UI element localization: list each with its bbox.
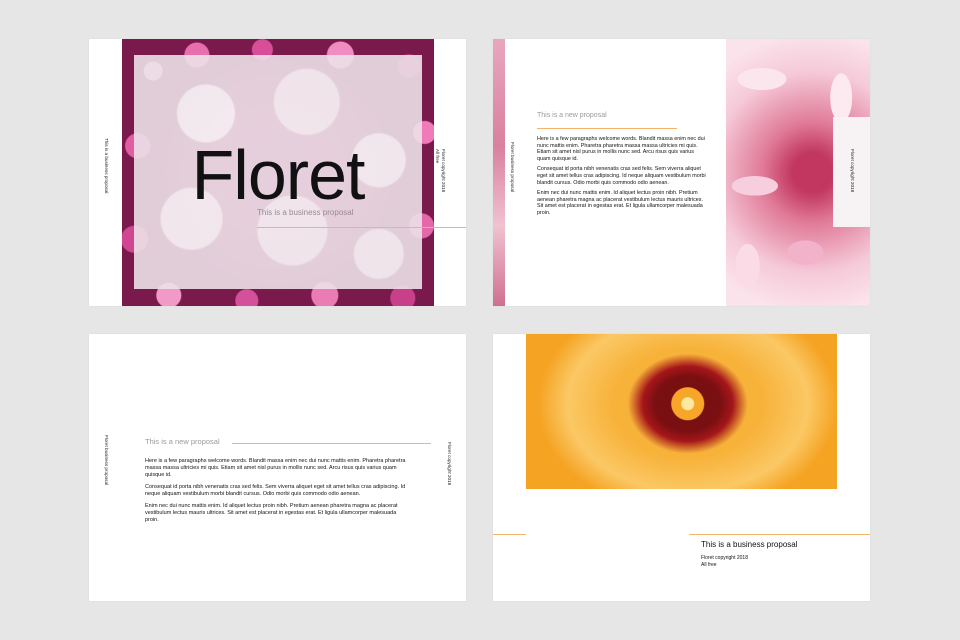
- cover-right-vertical-line1: Floret copyright 2018: [441, 149, 446, 193]
- slide4-copyright: Floret copyright 2018 All free: [701, 555, 748, 568]
- slide2-right-vertical-text: Floret copyright 2018: [850, 149, 855, 193]
- slide3-right-vertical-text: Floret copyright 2018: [447, 442, 452, 486]
- left-photo-strip: [493, 39, 505, 306]
- slide2-paragraph: Enim nec dui nunc mattis enim. Id alique…: [537, 190, 703, 216]
- slide2-paragraph: Here is a few paragraphs welcome words. …: [537, 136, 705, 162]
- slide3-heading: This is a new proposal: [145, 437, 220, 446]
- slide4-copyright-line1: Floret copyright 2018: [701, 555, 748, 561]
- cover-right-vertical-line2: All free: [435, 149, 440, 164]
- slide3-left-vertical-text: Floret business proposal: [104, 435, 109, 486]
- slide-text-photo[interactable]: Floret business proposal This is a new p…: [493, 39, 870, 306]
- slide4-accent-line-left: [493, 534, 526, 535]
- slide3-body: Here is a few paragraphs welcome words. …: [145, 458, 407, 529]
- cover-left-vertical-text: This is a business proposal: [104, 138, 109, 194]
- slide2-body: Here is a few paragraphs welcome words. …: [537, 136, 707, 221]
- slide4-copyright-line2: All free: [701, 561, 717, 568]
- slide3-accent-line: [232, 443, 431, 444]
- slide4-accent-line-right: [689, 534, 870, 535]
- cover-subtitle: This is a business proposal: [257, 208, 354, 217]
- slide2-accent-line: [537, 128, 677, 129]
- slide3-paragraph: Consequat id porta nibh venenatis cras s…: [145, 484, 406, 497]
- orange-flower-photo: [526, 334, 837, 489]
- slide2-paragraph: Consequat id porta nibh venenatis cras s…: [537, 166, 706, 186]
- cover-accent-line: [257, 227, 466, 228]
- slide2-heading: This is a new proposal: [537, 112, 607, 119]
- slide4-title: This is a business proposal: [701, 540, 798, 549]
- slide-closing[interactable]: This is a business proposal Floret copyr…: [493, 334, 870, 601]
- slide3-paragraph: Enim nec dui nunc mattis enim. Id alique…: [145, 503, 398, 523]
- cover-title: Floret: [191, 136, 366, 214]
- slide-text-only[interactable]: Floret business proposal This is a new p…: [89, 334, 466, 601]
- slide2-left-vertical-text: Floret business proposal: [510, 142, 515, 193]
- slide-cover[interactable]: This is a business proposal Floret This …: [89, 39, 466, 306]
- slide3-paragraph: Here is a few paragraphs welcome words. …: [145, 458, 406, 478]
